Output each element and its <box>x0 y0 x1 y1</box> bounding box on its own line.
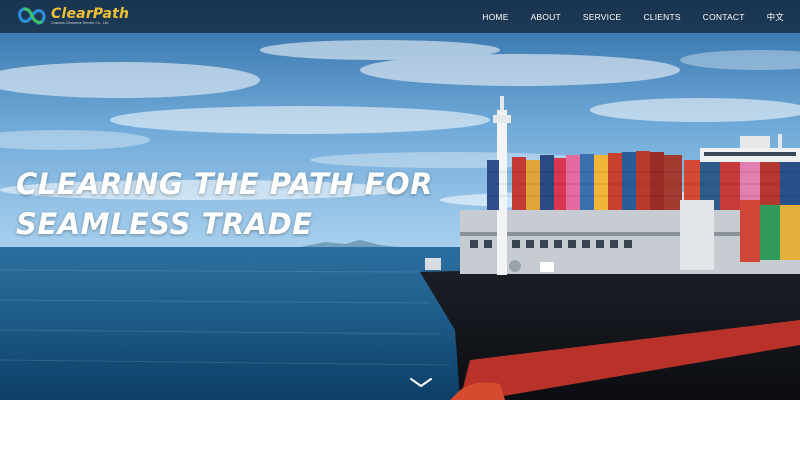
hero-banner: ClearPath Customs Clearance Service Co.,… <box>0 0 800 400</box>
nav-about[interactable]: ABOUT <box>531 12 561 22</box>
main-nav: HOME ABOUT SERVICE CLIENTS CONTACT 中文 <box>460 0 784 33</box>
nav-language-switch[interactable]: 中文 <box>767 11 784 23</box>
hero-headline-line-2: SEAMLESS TRADE <box>16 207 313 241</box>
clearpath-logo-icon <box>18 7 46 25</box>
hero-headline-line-1: CLEARING THE PATH FOR <box>16 167 433 201</box>
top-navbar: ClearPath Customs Clearance Service Co.,… <box>0 0 800 33</box>
nav-clients[interactable]: CLIENTS <box>643 12 680 22</box>
brand-logo[interactable]: ClearPath Customs Clearance Service Co.,… <box>16 4 129 28</box>
brand-name: ClearPath <box>51 5 130 22</box>
nav-service[interactable]: SERVICE <box>583 12 622 22</box>
brand-tagline: Customs Clearance Service Co., Ltd. <box>51 20 109 25</box>
nav-contact[interactable]: CONTACT <box>703 12 745 22</box>
hero-headline: CLEARING THE PATH FOR SEAMLESS TRADE <box>16 164 433 244</box>
chevron-down-icon[interactable] <box>409 376 433 390</box>
nav-home[interactable]: HOME <box>482 12 508 22</box>
page-content-area <box>0 400 800 450</box>
